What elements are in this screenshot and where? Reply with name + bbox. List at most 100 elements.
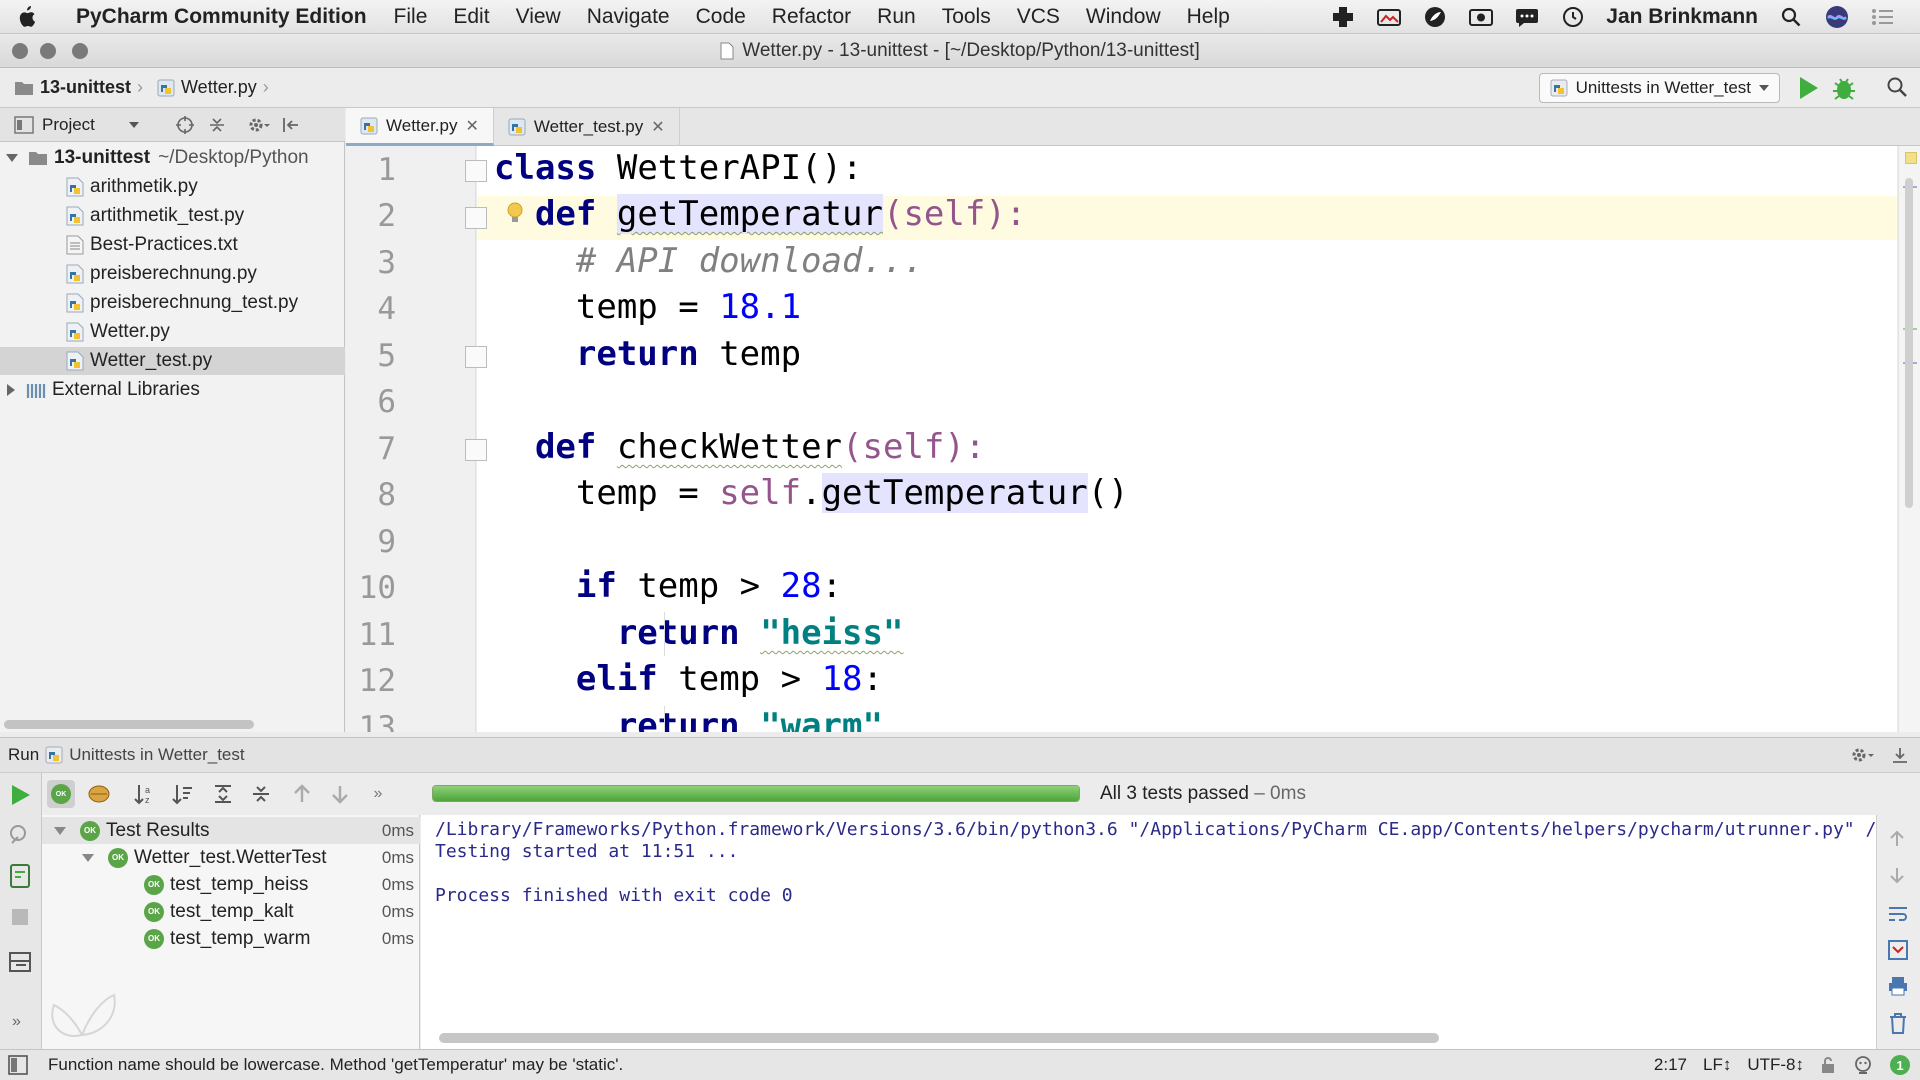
locate-target-icon[interactable]: [175, 115, 195, 135]
tree-file-arithmetik[interactable]: arithmetik.py: [0, 173, 345, 201]
rerun-failed-icon[interactable]: [8, 863, 32, 889]
menu-refactor[interactable]: Refactor: [759, 5, 864, 29]
hide-panel-icon[interactable]: [1890, 745, 1910, 765]
line-separator-selector[interactable]: LF↕: [1703, 1055, 1731, 1075]
tree-file-artithmetik-test[interactable]: artithmetik_test.py: [0, 202, 345, 230]
tree-expanded-arrow-icon[interactable]: [54, 826, 66, 836]
stop-button[interactable]: [10, 907, 30, 927]
close-tab-icon[interactable]: ✕: [651, 117, 664, 137]
sort-alphabetically-icon[interactable]: az: [130, 780, 158, 808]
inspection-status-icon[interactable]: [1905, 152, 1917, 164]
menu-run[interactable]: Run: [864, 5, 929, 29]
editor-scroll-thumb[interactable]: [1905, 178, 1913, 508]
menu-window[interactable]: Window: [1073, 5, 1174, 29]
show-ignored-icon[interactable]: [85, 780, 113, 808]
tree-expanded-arrow-icon[interactable]: [82, 853, 94, 863]
more-actions-icon[interactable]: »: [364, 780, 392, 808]
expand-all-icon[interactable]: [209, 780, 237, 808]
tree-external-libraries[interactable]: External Libraries: [0, 376, 345, 404]
layout-icon[interactable]: [8, 951, 32, 973]
tree-file-preisberechnung-test[interactable]: preisberechnung_test.py: [0, 289, 345, 317]
camera-record-icon[interactable]: [1468, 4, 1494, 30]
menu-code[interactable]: Code: [683, 5, 759, 29]
soft-wrap-icon[interactable]: [1887, 903, 1909, 925]
test-case-node[interactable]: OK test_temp_heiss 0ms: [42, 871, 420, 898]
leaf-app-icon[interactable]: [1422, 4, 1448, 30]
caret-position[interactable]: 2:17: [1654, 1055, 1687, 1075]
time-machine-icon[interactable]: [1560, 4, 1586, 30]
tree-file-best-practices[interactable]: Best-Practices.txt: [0, 231, 345, 259]
run-configuration-dropdown[interactable]: Unittests in Wetter_test: [1538, 73, 1780, 103]
tree-file-wetter[interactable]: Wetter.py: [0, 318, 345, 346]
fold-marker-icon[interactable]: [465, 346, 487, 368]
chevron-down-icon[interactable]: [128, 121, 139, 129]
current-user[interactable]: Jan Brinkmann: [1606, 5, 1758, 29]
menu-tools[interactable]: Tools: [929, 5, 1004, 29]
chat-bubble-icon[interactable]: [1514, 4, 1540, 30]
show-passed-icon[interactable]: OK: [47, 780, 75, 808]
toggle-auto-test-icon[interactable]: [8, 823, 32, 847]
menu-navigate[interactable]: Navigate: [574, 5, 683, 29]
menu-help[interactable]: Help: [1174, 5, 1243, 29]
siri-icon[interactable]: [1824, 4, 1850, 30]
project-horizontal-scrollbar[interactable]: [4, 720, 254, 729]
minimize-window-button[interactable]: [40, 43, 56, 59]
app-menu-name[interactable]: PyCharm Community Edition: [52, 5, 381, 29]
tree-expanded-arrow-icon[interactable]: [6, 153, 18, 163]
run-button[interactable]: [1795, 74, 1821, 102]
settings-gear-icon[interactable]: [247, 115, 271, 135]
plus-cross-icon[interactable]: [1330, 4, 1356, 30]
tab-wetter-py[interactable]: Wetter.py ✕: [346, 108, 494, 146]
tab-wetter-test-py[interactable]: Wetter_test.py ✕: [494, 108, 680, 146]
previous-failed-test-icon[interactable]: [288, 780, 316, 808]
menu-view[interactable]: View: [503, 5, 574, 29]
inspector-hector-icon[interactable]: [1852, 1054, 1874, 1076]
next-failed-test-icon[interactable]: [326, 780, 354, 808]
hide-panel-icon[interactable]: [281, 115, 301, 135]
event-log-badge[interactable]: 1: [1890, 1055, 1910, 1075]
tree-file-wetter-test[interactable]: Wetter_test.py: [0, 347, 345, 375]
breadcrumb-project[interactable]: 13-unittest: [0, 77, 137, 98]
test-case-node[interactable]: OK test_temp_kalt 0ms: [42, 898, 420, 925]
tree-collapsed-arrow-icon[interactable]: [6, 384, 16, 396]
project-view-label[interactable]: Project: [42, 115, 95, 135]
file-encoding-selector[interactable]: UTF-8↕: [1747, 1055, 1804, 1075]
print-icon[interactable]: [1887, 975, 1909, 997]
more-actions-icon[interactable]: »: [12, 1013, 21, 1031]
read-only-lock-icon[interactable]: [1820, 1056, 1836, 1074]
menu-file[interactable]: File: [381, 5, 441, 29]
test-results-root[interactable]: OK Test Results 0ms: [42, 817, 420, 844]
fold-marker-icon[interactable]: [465, 439, 487, 461]
console-output[interactable]: /Library/Frameworks/Python.framework/Ver…: [421, 815, 1876, 1049]
debug-bug-icon[interactable]: [1830, 74, 1858, 102]
fold-marker-icon[interactable]: [465, 160, 487, 182]
project-root-node[interactable]: 13-unittest ~/Desktop/Python: [0, 144, 345, 172]
notification-center-icon[interactable]: [1870, 4, 1896, 30]
breadcrumb-file[interactable]: Wetter.py: [143, 77, 263, 98]
zoom-window-button[interactable]: [72, 43, 88, 59]
screenshot-app-icon[interactable]: [1376, 4, 1402, 30]
sort-by-duration-icon[interactable]: [168, 780, 196, 808]
toggle-tool-windows-icon[interactable]: [8, 1055, 28, 1075]
collapse-all-icon[interactable]: [207, 115, 227, 135]
search-everywhere-icon[interactable]: [1886, 76, 1908, 98]
scroll-down-icon[interactable]: [1887, 865, 1907, 885]
close-window-button[interactable]: [12, 43, 28, 59]
console-horizontal-scrollbar[interactable]: [439, 1033, 1439, 1043]
test-suite-node[interactable]: OK Wetter_test.WetterTest 0ms: [42, 844, 420, 871]
rerun-button[interactable]: [8, 783, 32, 807]
close-tab-icon[interactable]: ✕: [466, 116, 479, 136]
apple-menu-icon[interactable]: [0, 0, 52, 34]
menu-edit[interactable]: Edit: [440, 5, 502, 29]
menu-vcs[interactable]: VCS: [1004, 5, 1073, 29]
scroll-up-icon[interactable]: [1887, 829, 1907, 849]
fold-marker-icon[interactable]: [465, 207, 487, 229]
clear-all-trash-icon[interactable]: [1887, 1011, 1909, 1035]
editor-scrollbar[interactable]: [1898, 146, 1920, 732]
tree-file-preisberechnung[interactable]: preisberechnung.py: [0, 260, 345, 288]
spotlight-search-icon[interactable]: [1778, 4, 1804, 30]
collapse-all-icon[interactable]: [247, 780, 275, 808]
scroll-to-end-icon[interactable]: [1887, 939, 1909, 961]
settings-gear-icon[interactable]: [1850, 745, 1876, 765]
test-case-node[interactable]: OK test_temp_warm 0ms: [42, 925, 420, 952]
